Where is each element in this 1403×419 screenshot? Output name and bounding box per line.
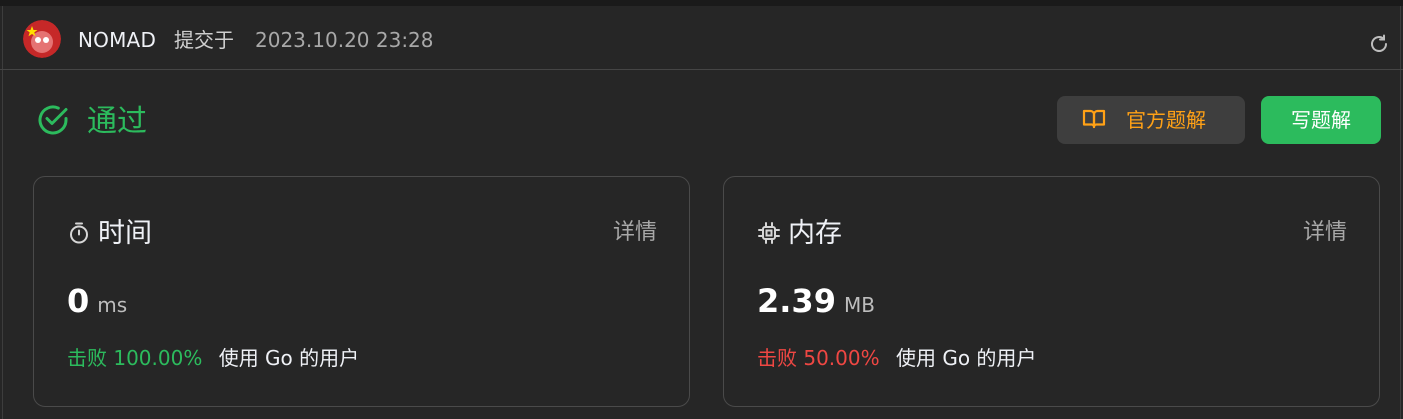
official-solution-button[interactable]: 官方题解 — [1057, 96, 1245, 144]
runtime-beat-suffix: 使用 Go 的用户 — [218, 346, 360, 370]
submission-header: NOMAD 提交于 2023.10.20 23:28 — [0, 6, 1403, 70]
runtime-title: 时间 — [98, 218, 152, 249]
book-open-icon — [1082, 108, 1106, 130]
memory-title: 内存 — [788, 218, 842, 249]
memory-beat-suffix: 使用 Go 的用户 — [895, 346, 1037, 370]
submit-label: 提交于 — [174, 28, 234, 52]
check-circle-icon — [36, 103, 70, 137]
submit-timestamp: 2023.10.20 23:28 — [255, 28, 434, 52]
write-solution-button[interactable]: 写题解 — [1261, 96, 1381, 144]
runtime-beat-percent: 100.00% — [113, 346, 203, 370]
runtime-beats: 击败 100.00% 使用 Go 的用户 — [67, 343, 359, 373]
memory-beat-percent: 50.00% — [803, 346, 880, 370]
chip-icon — [757, 221, 781, 245]
refresh-icon[interactable] — [1368, 33, 1390, 55]
runtime-value: 0 ms — [67, 280, 127, 328]
status-label: 通过 — [87, 104, 147, 139]
memory-value: 2.39 MB — [757, 280, 875, 328]
official-solution-label: 官方题解 — [1126, 108, 1206, 132]
runtime-beat-label: 击败 — [67, 346, 107, 370]
memory-detail-link[interactable]: 详情 — [1303, 217, 1347, 249]
memory-beats: 击败 50.00% 使用 Go 的用户 — [757, 343, 1036, 373]
runtime-number: 0 — [67, 282, 90, 320]
memory-beat-label: 击败 — [757, 346, 797, 370]
memory-number: 2.39 — [757, 282, 836, 320]
stopwatch-icon — [67, 221, 91, 245]
runtime-card: 时间 详情 0 ms 击败 100.00% 使用 Go 的用户 — [33, 176, 690, 407]
runtime-unit: ms — [97, 293, 128, 317]
avatar[interactable] — [23, 20, 61, 58]
memory-card: 内存 详情 2.39 MB 击败 50.00% 使用 Go 的用户 — [723, 176, 1380, 407]
runtime-detail-link[interactable]: 详情 — [613, 217, 657, 249]
memory-unit: MB — [843, 293, 875, 317]
write-solution-label: 写题解 — [1291, 108, 1351, 132]
author-name[interactable]: NOMAD — [78, 26, 156, 54]
